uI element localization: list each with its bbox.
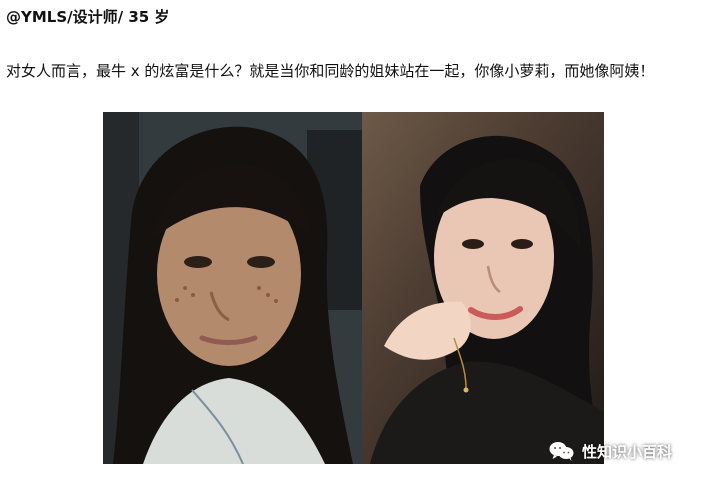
watermark-text: 性知识小百科 (582, 442, 673, 461)
left-portrait-illustration (103, 112, 362, 464)
watermark: 性知识小百科 (548, 439, 672, 463)
wechat-icon (548, 440, 576, 462)
left-portrait-photo (103, 112, 362, 464)
right-portrait-photo (362, 112, 604, 464)
article-paragraph: 对女人而言，最牛 x 的炫富是什么？就是当你和同龄的姐妹站在一起，你像小萝莉，而… (6, 62, 655, 80)
right-portrait-illustration (362, 112, 604, 464)
author-header: @YMLS/设计师/ 35 岁 (6, 8, 170, 26)
